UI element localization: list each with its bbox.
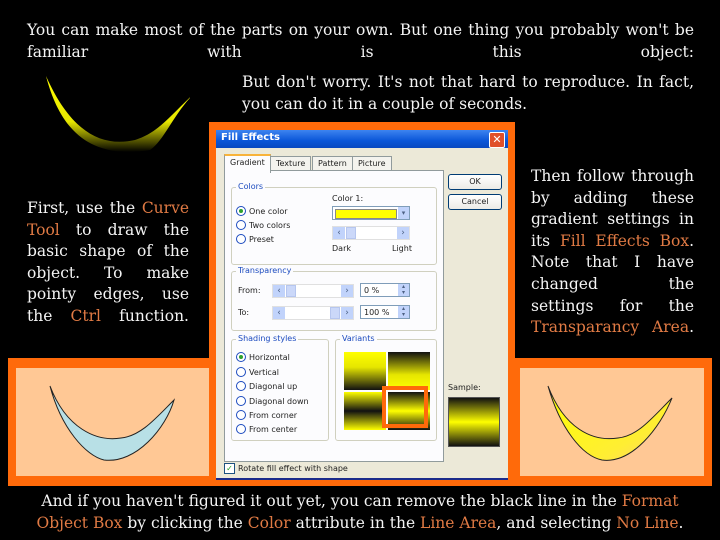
radio-label: Horizontal [249,352,290,362]
dialog-titlebar[interactable]: Fill Effects ✕ [216,130,508,148]
radio-dot [236,381,246,391]
transparency-to-slider[interactable]: ‹ › [272,306,354,320]
transparency-from-slider[interactable]: ‹ › [272,284,354,298]
bottom-instructions: And if you haven't figured it out yet, y… [36,492,684,532]
gradient-crescent-example [46,76,190,152]
radio-from-center[interactable]: From center [236,424,297,434]
chevron-left-icon[interactable]: ‹ [333,227,345,239]
color1-label: Color 1: [332,194,364,203]
radio-label: Two colors [249,220,291,230]
crescent-outline-yellow [547,385,673,461]
radio-dot [236,206,246,216]
colors-group-label: Colors [236,182,266,191]
sample-label: Sample: [448,383,481,392]
to-label: To: [238,308,250,317]
chevron-right-icon[interactable]: › [397,227,409,239]
shading-group-label: Shading styles [236,334,299,343]
tab-picture[interactable]: Picture [352,156,392,171]
radio-label: Vertical [249,367,279,377]
radio-from-corner[interactable]: From corner [236,410,297,420]
crescent-outline-blue [49,385,176,461]
spinner-icon[interactable]: ▴ ▾ [398,284,409,296]
radio-dot [236,234,246,244]
fill-effects-dialog: Fill Effects ✕ Gradient Texture Pattern … [216,130,508,480]
radio-dot [236,424,246,434]
ok-button[interactable]: OK [448,174,502,190]
intro-text: You can make most of the parts on your o… [27,21,694,61]
radio-dot [236,220,246,230]
colors-group: Colors One color Two colors Preset Color… [231,182,437,265]
chevron-down-icon[interactable]: ▾ [398,207,409,219]
tab-pattern[interactable]: Pattern [312,156,353,171]
radio-label: From center [249,424,298,434]
radio-one-color[interactable]: One color [236,206,288,216]
slider-thumb[interactable] [330,307,340,319]
radio-dot [236,352,246,362]
radio-diagonal-down[interactable]: Diagonal down [236,396,309,406]
color1-swatch [335,209,397,219]
variant-1[interactable] [344,352,386,390]
radio-preset[interactable]: Preset [236,234,274,244]
gradient-tab-panel: Colors One color Two colors Preset Color… [224,170,444,462]
from-value: 0 % [364,286,380,295]
checkmark-icon[interactable]: ✓ [224,463,235,474]
radio-dot [236,410,246,420]
spinner-icon[interactable]: ▴ ▾ [398,306,409,318]
color1-dropdown[interactable]: ▾ [332,206,410,220]
light-label: Light [392,244,412,253]
radio-label: Diagonal up [249,381,298,391]
rotate-fill-checkbox[interactable]: ✓ Rotate fill effect with shape [224,463,348,474]
from-label: From: [238,286,261,295]
transparency-group-label: Transparency [236,266,294,275]
variant-3[interactable] [344,392,386,430]
chevron-left-icon[interactable]: ‹ [273,285,285,297]
dark-label: Dark [332,244,351,253]
variants-group-label: Variants [340,334,377,343]
gradient-sample [448,397,500,447]
slider-thumb[interactable] [286,285,296,297]
radio-two-colors[interactable]: Two colors [236,220,290,230]
radio-dot [236,367,246,377]
radio-label: Preset [249,234,274,244]
reassure-text: But don't worry. It's not that hard to r… [242,73,694,113]
panel-after [520,368,704,476]
left-instructions: First, use the Curve Tool to draw the ba… [27,199,189,325]
radio-label: Diagonal down [249,396,309,406]
rotate-fill-label: Rotate fill effect with shape [238,464,348,473]
slider-thumb[interactable] [346,227,356,239]
radio-label: One color [249,206,288,216]
radio-horizontal[interactable]: Horizontal [236,352,290,362]
transparency-group: Transparency From: ‹ › 0 % ▴ ▾ To: ‹ › 10… [231,266,437,331]
variants-group: Variants [335,334,437,441]
transparency-from-input[interactable]: 0 % ▴ ▾ [360,283,410,297]
radio-diagonal-up[interactable]: Diagonal up [236,381,297,391]
radio-dot [236,396,246,406]
dark-light-slider[interactable]: ‹ › [332,226,410,240]
tab-gradient[interactable]: Gradient [224,154,271,173]
variant-2[interactable] [388,352,430,390]
radio-label: From corner [249,410,298,420]
selected-variant-highlight [382,386,428,428]
to-value: 100 % [364,308,390,317]
dialog-title: Fill Effects [221,132,280,143]
radio-vertical[interactable]: Vertical [236,367,279,377]
panel-before [16,368,212,476]
right-instructions: Then follow through by adding these grad… [531,167,694,337]
shading-styles-group: Shading styles Horizontal Vertical Diago… [231,334,329,441]
cancel-button[interactable]: Cancel [448,194,502,210]
close-icon[interactable]: ✕ [489,132,505,148]
chevron-right-icon[interactable]: › [341,285,353,297]
chevron-right-icon[interactable]: › [341,307,353,319]
chevron-left-icon[interactable]: ‹ [273,307,285,319]
tab-texture[interactable]: Texture [270,156,312,171]
transparency-to-input[interactable]: 100 % ▴ ▾ [360,305,410,319]
